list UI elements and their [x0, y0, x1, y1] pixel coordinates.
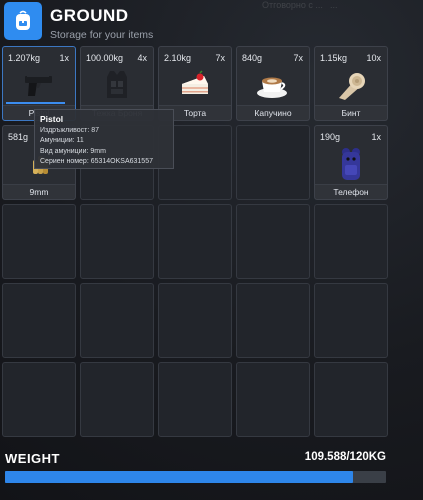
slot-count: 1x	[371, 132, 381, 142]
slot-count: 4x	[137, 53, 147, 63]
coffee-cup-icon	[253, 67, 293, 103]
slot-name: Бинт	[315, 105, 387, 120]
slot-weight: 190g	[320, 132, 341, 142]
slot-weight: 1.15kg	[320, 53, 348, 63]
weight-progress-bar	[5, 471, 386, 483]
inventory-slot-empty[interactable]	[158, 283, 232, 358]
slot-name: 9mm	[3, 184, 75, 199]
inventory-slot-empty[interactable]	[2, 204, 76, 279]
slot-weight: 2.10kg	[164, 53, 192, 63]
inventory-header: GROUND Storage for your items	[4, 2, 304, 44]
slot-weight: 840g	[242, 53, 263, 63]
tooltip-ammo-type: Вид амуниции: 9mm	[40, 147, 106, 155]
page-title: GROUND	[50, 6, 129, 25]
pistol-icon	[19, 67, 59, 103]
inventory-slot-empty[interactable]	[236, 283, 310, 358]
weight-value: 109.588/120KG	[304, 451, 386, 463]
slot-count: 10x	[366, 53, 381, 63]
inventory-slot-empty[interactable]	[2, 283, 76, 358]
phone-icon	[331, 146, 371, 182]
inventory-slot-empty[interactable]	[314, 204, 388, 279]
inventory-slot-cappuccino[interactable]: 840g 7x Капучино	[236, 46, 310, 121]
inventory-slot-empty[interactable]	[80, 283, 154, 358]
background-text: ...	[330, 0, 338, 10]
inventory-slot-empty[interactable]	[314, 362, 388, 437]
tooltip-ammo: Амуниции: 11	[40, 137, 84, 144]
tooltip-title: Pistol	[40, 114, 64, 124]
weight-progress-fill	[5, 471, 353, 483]
inventory-slot-empty[interactable]	[2, 362, 76, 437]
slot-weight: 581g	[8, 132, 29, 142]
inventory-slot-empty[interactable]	[236, 204, 310, 279]
item-tooltip: Pistol Издръжливост: 87 Амуниции: 11 Вид…	[34, 109, 174, 169]
slot-count: 7x	[215, 53, 225, 63]
inventory-slot-empty[interactable]	[80, 362, 154, 437]
slot-name: Телефон	[315, 184, 387, 199]
slot-name: Капучино	[237, 105, 309, 120]
inventory-slot-phone[interactable]: 190g 1x Телефон	[314, 125, 388, 200]
tooltip-serial: Сериен номер: 65314OKSA631557	[40, 158, 153, 165]
cake-icon	[175, 67, 215, 103]
inventory-slot-empty[interactable]	[158, 362, 232, 437]
inventory-slot-empty[interactable]	[236, 125, 310, 200]
inventory-slot-empty[interactable]	[236, 362, 310, 437]
inventory-slot-empty[interactable]	[158, 204, 232, 279]
bandage-icon	[331, 67, 371, 103]
slot-weight: 1.207kg	[8, 53, 41, 63]
slot-count: 1x	[59, 53, 69, 63]
inventory-slot-bandage[interactable]: 1.15kg 10x Бинт	[314, 46, 388, 121]
durability-bar	[6, 102, 66, 104]
inventory-slot-empty[interactable]	[80, 204, 154, 279]
backpack-icon	[4, 2, 42, 40]
weight-label: WEIGHT	[5, 451, 60, 466]
slot-weight: 100.00kg	[86, 53, 124, 63]
slot-count: 7x	[293, 53, 303, 63]
page-subtitle: Storage for your items	[50, 29, 154, 41]
tooltip-durability: Издръжливост: 87	[40, 126, 100, 134]
inventory-slot-empty[interactable]	[314, 283, 388, 358]
armor-vest-icon	[97, 67, 137, 103]
